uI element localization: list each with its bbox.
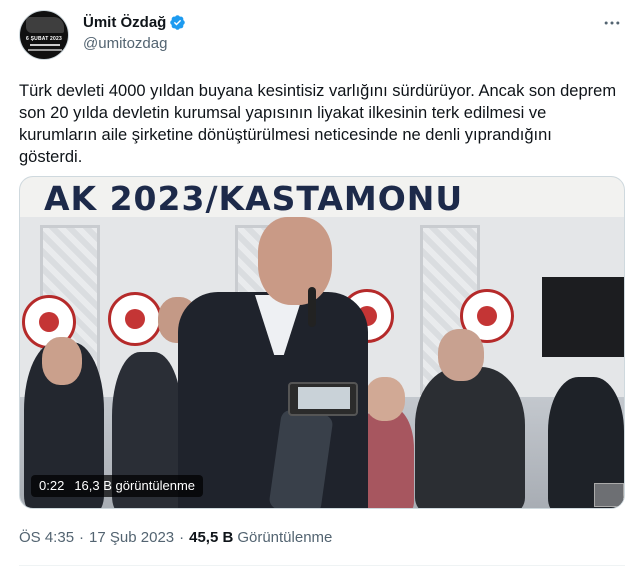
author-handle[interactable]: @umitozdag bbox=[83, 35, 167, 52]
person-head bbox=[365, 377, 405, 421]
person-figure bbox=[415, 367, 525, 508]
microphone bbox=[308, 287, 316, 327]
avatar[interactable]: 6 ŞUBAT 2023 bbox=[19, 10, 69, 60]
more-options-button[interactable] bbox=[599, 10, 625, 36]
audience-phone-screen bbox=[298, 387, 350, 409]
video-speaker-panel bbox=[542, 277, 624, 357]
tweet-time[interactable]: ÖS 4:35 bbox=[19, 529, 74, 546]
video-corner-thumbnail bbox=[594, 483, 624, 507]
tweet-card: 6 ŞUBAT 2023 Ümit Özdağ @umitozdag Türk … bbox=[0, 0, 633, 587]
video-view-count: 16,3 B görüntülenme bbox=[74, 478, 196, 493]
divider bbox=[19, 565, 625, 566]
avatar-caption: 6 ŞUBAT 2023 bbox=[26, 36, 62, 42]
tweet-date[interactable]: 17 Şub 2023 bbox=[89, 529, 174, 546]
meta-separator: · bbox=[179, 529, 185, 546]
avatar-line bbox=[28, 49, 62, 51]
tweet-view-label: Görüntülenme bbox=[237, 529, 333, 546]
video-info-overlay: 0:22 16,3 B görüntülenme bbox=[31, 475, 204, 497]
author-display-name[interactable]: Ümit Özdağ bbox=[83, 14, 166, 31]
video-player[interactable]: AK 2023/KASTAMONU 0:22 16,3 B görüntülen… bbox=[19, 176, 625, 509]
person-head bbox=[42, 337, 82, 385]
person-head bbox=[438, 329, 484, 381]
avatar-line bbox=[30, 44, 60, 46]
video-banner-text: AK 2023/KASTAMONU bbox=[20, 177, 624, 217]
speaker-head bbox=[258, 217, 332, 305]
video-duration: 0:22 bbox=[39, 478, 65, 493]
tweet-text: Türk devleti 4000 yıldan buyana kesintis… bbox=[19, 82, 617, 166]
avatar-image-shape bbox=[26, 17, 64, 33]
tweet-view-count: 45,5 B bbox=[189, 529, 234, 546]
tweet-metadata: ÖS 4:35 · 17 Şub 2023 · 45,5 B Görüntüle… bbox=[19, 529, 332, 546]
author-name-row: Ümit Özdağ bbox=[83, 14, 186, 31]
more-horizontal-icon bbox=[604, 21, 620, 25]
meta-separator: · bbox=[79, 529, 85, 546]
emblem-seal bbox=[108, 292, 162, 346]
verified-badge-icon bbox=[170, 15, 186, 30]
